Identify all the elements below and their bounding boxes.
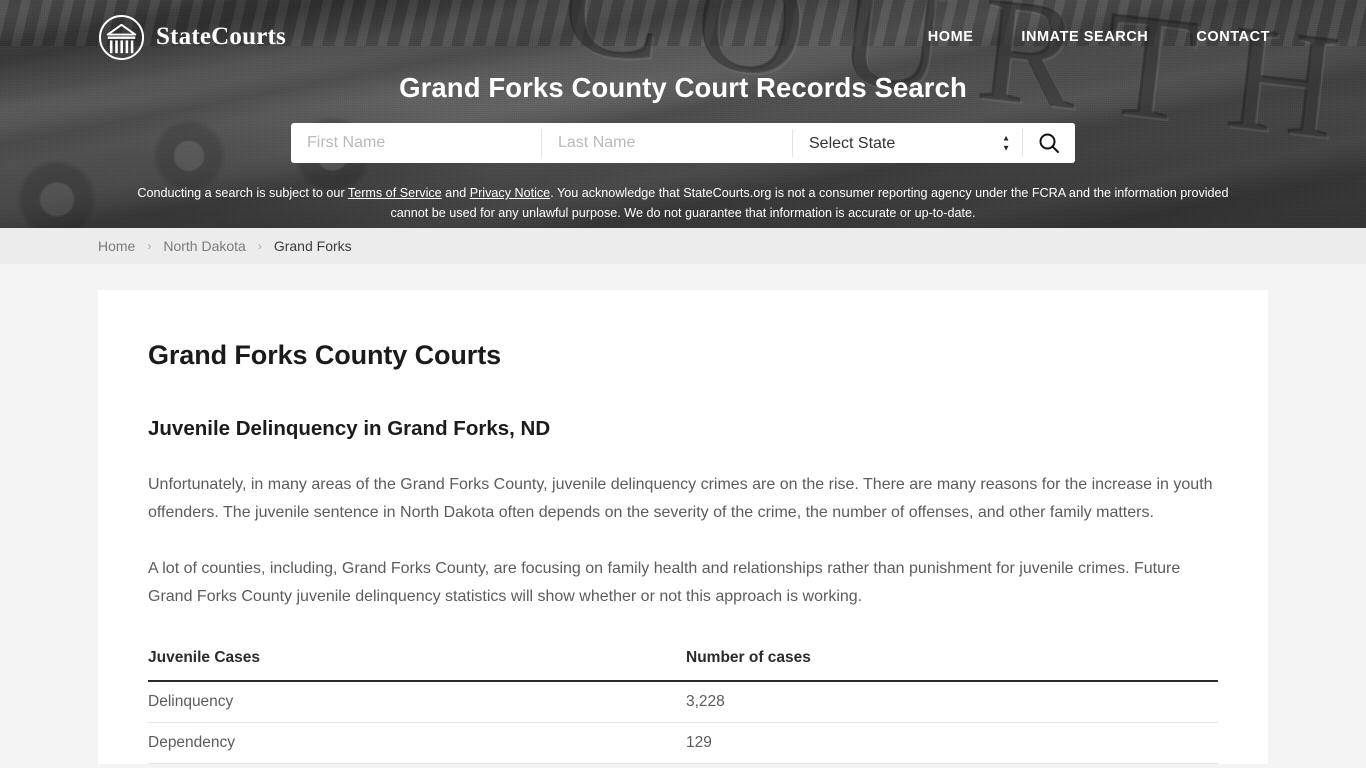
- last-name-input[interactable]: [542, 123, 792, 163]
- cell-case-count: 3,228: [686, 681, 1218, 723]
- brand-name: StateCourts: [156, 23, 286, 50]
- privacy-notice-link[interactable]: Privacy Notice: [470, 186, 550, 200]
- body-paragraph-2: A lot of counties, including, Grand Fork…: [148, 560, 1181, 605]
- courthouse-logo-icon: [98, 14, 145, 60]
- first-name-input[interactable]: [291, 123, 541, 163]
- table-header-row: Juvenile Cases Number of cases: [148, 639, 1218, 682]
- page-body: Grand Forks County Courts Juvenile Delin…: [0, 264, 1366, 764]
- main-navigation: HOME INMATE SEARCH CONTACT: [904, 23, 1270, 51]
- search-icon: [1039, 133, 1059, 153]
- nav-item-contact[interactable]: CONTACT: [1172, 23, 1270, 51]
- terms-of-service-link[interactable]: Terms of Service: [348, 186, 442, 200]
- top-bar: StateCourts HOME INMATE SEARCH CONTACT: [0, 0, 1366, 62]
- breadcrumb-separator-icon: ›: [257, 239, 262, 253]
- body-paragraph-1: Unfortunately, in many areas of the Gran…: [148, 476, 1213, 521]
- search-submit-button[interactable]: [1023, 123, 1075, 163]
- section-heading: Juvenile Delinquency in Grand Forks, ND: [148, 417, 551, 440]
- page-title: Grand Forks County Courts: [148, 340, 502, 370]
- cell-case-type: Dependency: [148, 722, 686, 764]
- cell-case-type: Delinquency: [148, 681, 686, 723]
- search-disclaimer: Conducting a search is subject to our Te…: [133, 183, 1233, 223]
- juvenile-cases-table: Juvenile Cases Number of cases Delinquen…: [148, 639, 1218, 764]
- site-header: COURTHOUSE StateCourts HOME INMA: [0, 0, 1366, 228]
- breadcrumb-item-grand-forks: Grand Forks: [273, 238, 352, 254]
- state-select[interactable]: Select State: [793, 123, 1022, 163]
- disclaimer-text-2: and: [441, 186, 470, 200]
- table-row: Dependency 129: [148, 722, 1218, 764]
- court-records-search-form: Select State ▲▼: [291, 123, 1075, 163]
- breadcrumb: Home › North Dakota › Grand Forks: [98, 238, 352, 254]
- table-row: Delinquency 3,228: [148, 681, 1218, 723]
- column-header-juvenile-cases: Juvenile Cases: [148, 639, 686, 682]
- brand-logo[interactable]: StateCourts: [98, 14, 286, 61]
- nav-item-home[interactable]: HOME: [904, 23, 998, 51]
- breadcrumb-item-home[interactable]: Home: [98, 238, 135, 254]
- disclaimer-text-1: Conducting a search is subject to our: [137, 186, 348, 200]
- content-card: Grand Forks County Courts Juvenile Delin…: [98, 290, 1268, 764]
- cell-case-count: 129: [686, 722, 1218, 764]
- breadcrumb-bar: Home › North Dakota › Grand Forks: [0, 228, 1366, 264]
- state-select-wrapper: Select State ▲ ▼: [793, 123, 1022, 163]
- hero-title: Grand Forks County Court Records Search: [399, 72, 967, 103]
- breadcrumb-item-north-dakota[interactable]: North Dakota: [163, 238, 245, 254]
- nav-item-inmate-search[interactable]: INMATE SEARCH: [997, 23, 1172, 51]
- breadcrumb-separator-icon: ›: [147, 239, 152, 253]
- column-header-number-of-cases: Number of cases: [686, 639, 1218, 682]
